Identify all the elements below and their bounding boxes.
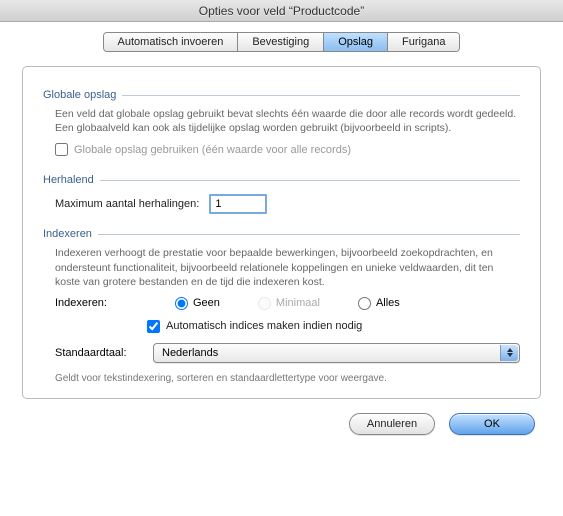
radio-geen[interactable]: Geen bbox=[175, 297, 220, 310]
dialog-button-row: Annuleren OK bbox=[22, 413, 541, 435]
section-title-repeat: Herhalend bbox=[43, 174, 94, 186]
window-title: Opties voor veld “Productcode” bbox=[199, 4, 364, 18]
tab-validation[interactable]: Bevestiging bbox=[238, 33, 324, 51]
tab-furigana[interactable]: Furigana bbox=[388, 33, 459, 51]
section-rule bbox=[122, 95, 520, 96]
index-radio-group: Indexeren: Geen Minimaal Alles bbox=[55, 297, 520, 310]
section-desc-index: Indexeren verhoogt de prestatie voor bep… bbox=[55, 246, 520, 289]
index-row-label: Indexeren: bbox=[55, 297, 137, 309]
select-arrows-icon bbox=[500, 345, 518, 361]
radio-alles[interactable]: Alles bbox=[358, 297, 400, 310]
section-header-index: Indexeren bbox=[43, 228, 520, 240]
radio-minimaal-label: Minimaal bbox=[276, 297, 320, 309]
global-storage-checkbox[interactable] bbox=[55, 143, 68, 156]
tab-storage[interactable]: Opslag bbox=[324, 33, 388, 51]
auto-index-label: Automatisch indices maken indien nodig bbox=[166, 320, 362, 332]
settings-panel: Globale opslag Een veld dat globale opsl… bbox=[22, 66, 541, 399]
cancel-button[interactable]: Annuleren bbox=[349, 413, 435, 435]
global-storage-label: Globale opslag gebruiken (één waarde voo… bbox=[74, 144, 351, 156]
ok-button[interactable]: OK bbox=[449, 413, 535, 435]
section-desc-global: Een veld dat globale opslag gebruikt bev… bbox=[55, 107, 520, 135]
section-title-index: Indexeren bbox=[43, 228, 92, 240]
radio-alles-label: Alles bbox=[376, 297, 400, 309]
section-rule bbox=[100, 180, 520, 181]
radio-minimaal-input bbox=[258, 297, 271, 310]
radio-geen-label: Geen bbox=[193, 297, 220, 309]
tab-bar: Automatisch invoeren Bevestiging Opslag … bbox=[103, 32, 461, 52]
section-title-global: Globale opslag bbox=[43, 89, 116, 101]
language-label: Standaardtaal: bbox=[55, 347, 145, 359]
section-header-global: Globale opslag bbox=[43, 89, 520, 101]
language-value: Nederlands bbox=[162, 347, 218, 359]
tab-auto-enter[interactable]: Automatisch invoeren bbox=[104, 33, 239, 51]
language-select[interactable]: Nederlands bbox=[153, 343, 520, 363]
radio-alles-input[interactable] bbox=[358, 297, 371, 310]
max-repetitions-row: Maximum aantal herhalingen: bbox=[55, 194, 520, 214]
radio-minimaal: Minimaal bbox=[258, 297, 320, 310]
section-rule bbox=[98, 234, 520, 235]
max-repetitions-input[interactable] bbox=[209, 194, 267, 214]
auto-index-checkbox[interactable] bbox=[147, 320, 160, 333]
language-footnote: Geldt voor tekstindexering, sorteren en … bbox=[55, 373, 520, 384]
language-row: Standaardtaal: Nederlands bbox=[55, 343, 520, 363]
max-repetitions-label: Maximum aantal herhalingen: bbox=[55, 198, 199, 210]
section-header-repeat: Herhalend bbox=[43, 174, 520, 186]
auto-index-row: Automatisch indices maken indien nodig bbox=[147, 320, 520, 333]
radio-geen-input[interactable] bbox=[175, 297, 188, 310]
global-storage-row: Globale opslag gebruiken (één waarde voo… bbox=[55, 143, 520, 156]
window-titlebar: Opties voor veld “Productcode” bbox=[0, 0, 563, 22]
